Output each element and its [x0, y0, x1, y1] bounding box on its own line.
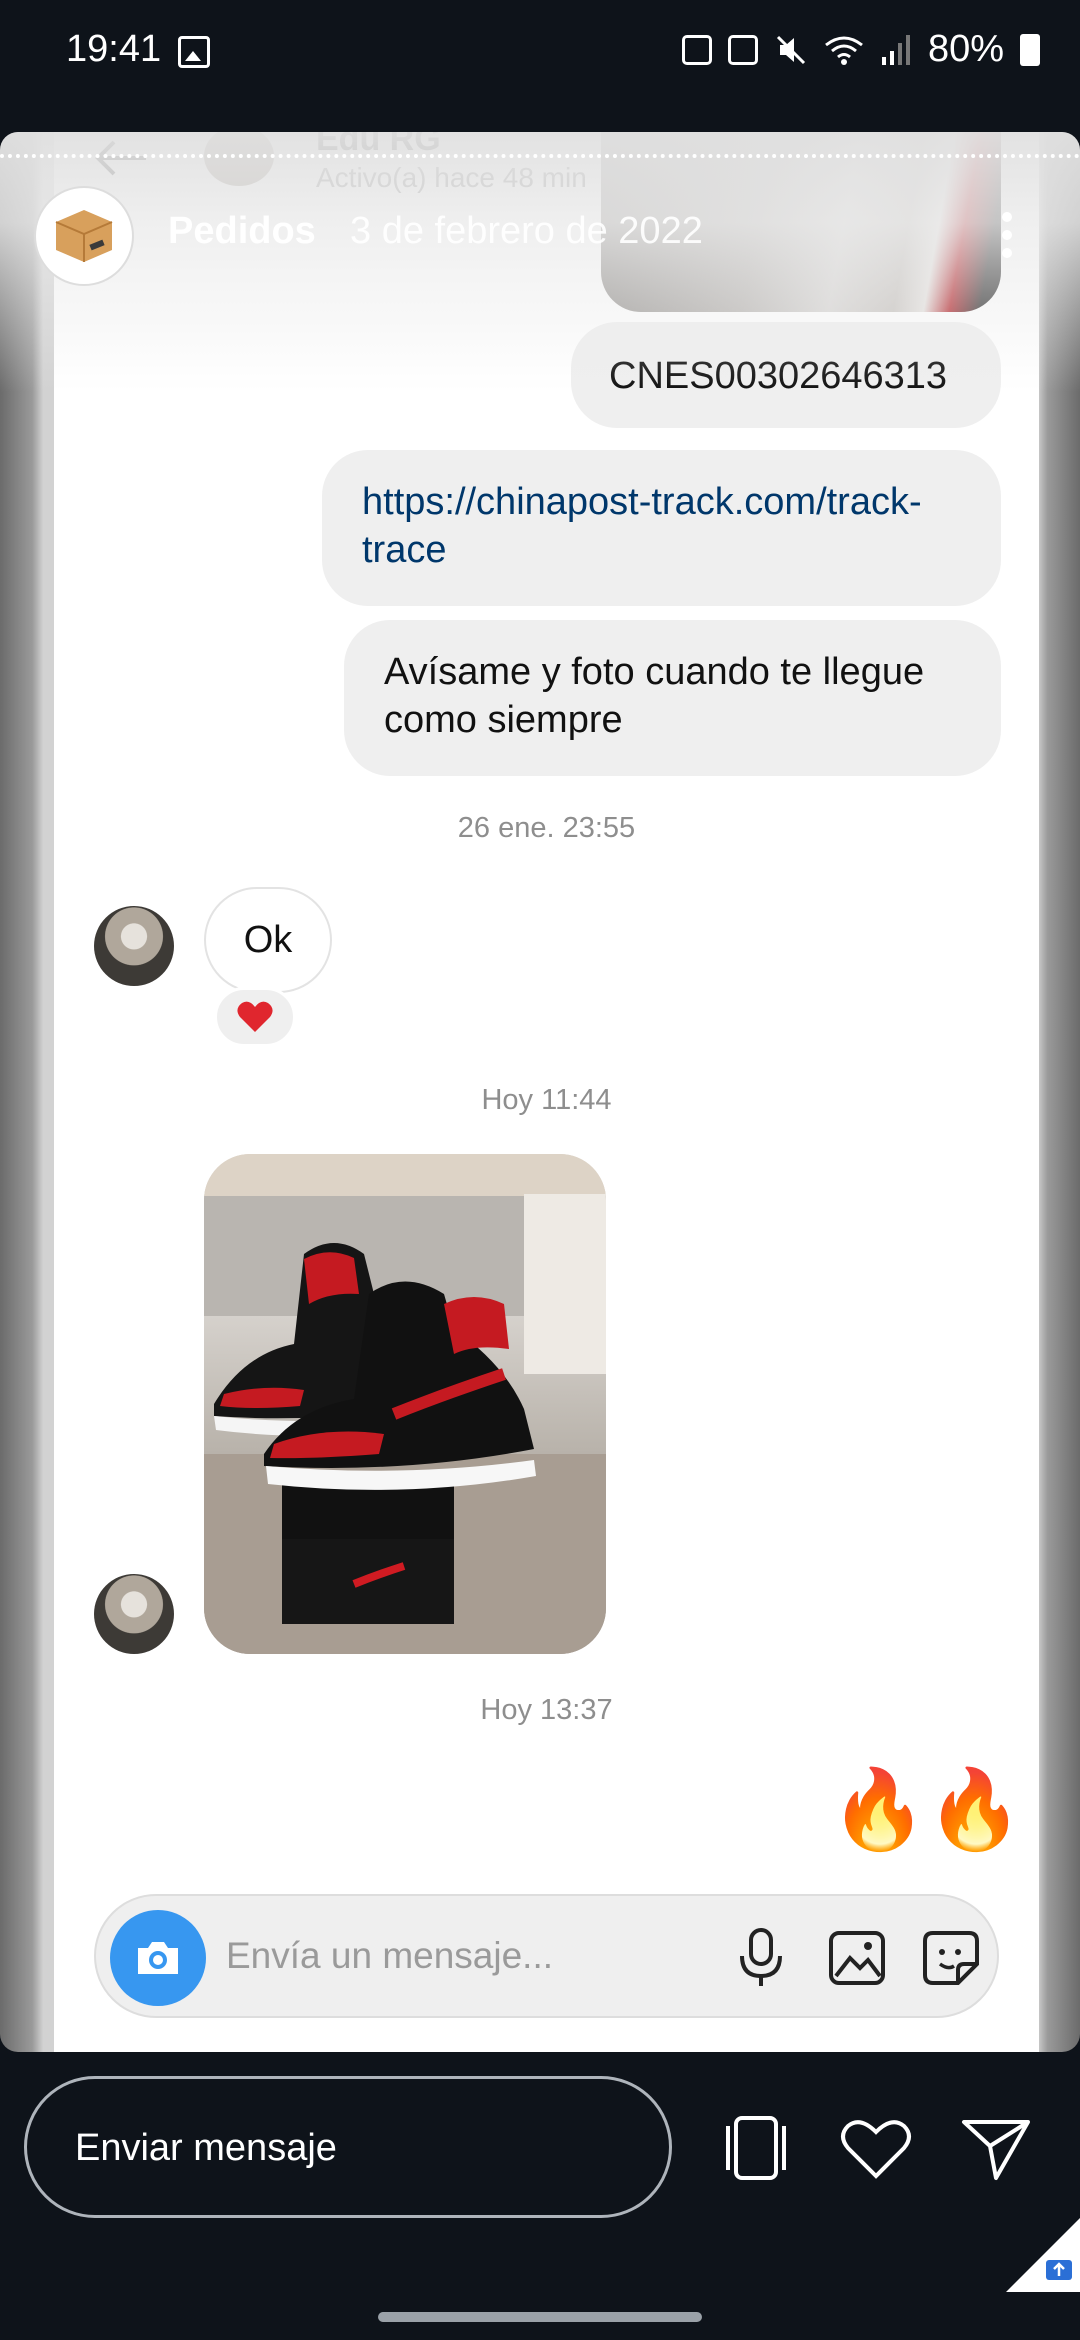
- story-account-avatar[interactable]: [36, 188, 132, 284]
- message-input[interactable]: [226, 1896, 666, 2016]
- signal-icon: [881, 34, 910, 65]
- sender-avatar[interactable]: [94, 1574, 174, 1654]
- ok-message[interactable]: Ok: [204, 887, 332, 993]
- message-composer: [94, 1894, 999, 2018]
- contact-avatar[interactable]: [204, 132, 274, 186]
- send-message-field[interactable]: Enviar mensaje: [24, 2076, 672, 2218]
- timestamp: 26 ene. 23:55: [457, 812, 636, 844]
- status-bar: 19:41 80%: [0, 0, 1080, 105]
- gallery-icon[interactable]: [828, 1930, 886, 1986]
- screenshot-badge-icon[interactable]: [1006, 2218, 1080, 2292]
- chat-screenshot: Edu RG Activo(a) hace 48 min CNES0030264…: [54, 132, 1039, 2052]
- tracking-code-message[interactable]: CNES00302646313: [571, 322, 1001, 428]
- fire-emoji-message[interactable]: 🔥: [830, 1764, 927, 1856]
- timestamp: Hoy 11:44: [481, 1084, 612, 1116]
- back-arrow-icon[interactable]: [94, 138, 150, 178]
- wifi-icon: [825, 36, 863, 65]
- battery-icon: [1020, 33, 1040, 66]
- notice-message[interactable]: Avísame y foto cuando te llegue como sie…: [344, 620, 1001, 776]
- sneaker-photo-message[interactable]: [204, 1154, 606, 1654]
- sneaker-photo-image: [204, 1154, 606, 1654]
- share-icon[interactable]: [958, 2112, 1034, 2184]
- heart-reaction-icon: [237, 1001, 273, 1032]
- fire-emoji-message[interactable]: 🔥: [926, 1764, 1023, 1856]
- timestamp: Hoy 13:37: [480, 1694, 613, 1726]
- camera-button[interactable]: [110, 1910, 206, 2006]
- sticker-icon[interactable]: [922, 1930, 980, 1986]
- battery-text: 80%: [927, 28, 1004, 70]
- mute-icon: [776, 35, 805, 64]
- send-message-label: Enviar mensaje: [75, 2127, 337, 2169]
- story-progress-bar: [0, 154, 1080, 158]
- nfc-icon: [727, 34, 758, 65]
- status-icons: 80%: [681, 28, 1040, 71]
- story-header: Pedidos 3 de febrero de 2022: [0, 188, 1080, 288]
- story-card: Edu RG Activo(a) hace 48 min CNES0030264…: [0, 132, 1080, 2052]
- heart-icon[interactable]: [838, 2112, 914, 2184]
- home-indicator[interactable]: [378, 2312, 702, 2322]
- story-account-name[interactable]: Pedidos: [168, 210, 316, 253]
- more-media-icon[interactable]: [718, 2112, 794, 2184]
- microphone-icon[interactable]: [736, 1928, 786, 1988]
- camera-icon: [138, 1942, 178, 1974]
- story-date: 3 de febrero de 2022: [350, 210, 703, 252]
- status-time: 19:41: [66, 28, 162, 70]
- heart-reaction[interactable]: [214, 987, 296, 1047]
- more-vertical-icon[interactable]: [1000, 210, 1014, 260]
- sender-avatar[interactable]: [94, 906, 174, 986]
- upload-icon: [681, 34, 712, 65]
- tracking-link-message[interactable]: https://chinapost-track.com/track-trace: [322, 450, 1001, 606]
- package-box-icon: [55, 210, 113, 262]
- image-notification-icon: [178, 36, 210, 68]
